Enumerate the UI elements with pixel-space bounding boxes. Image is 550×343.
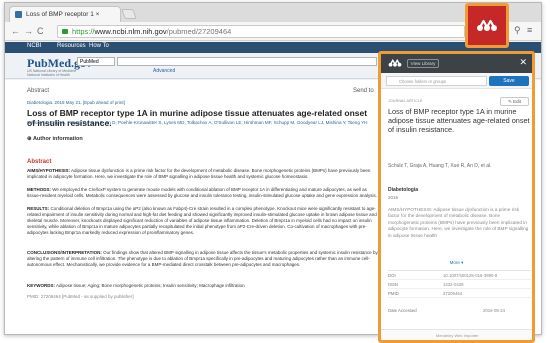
save-row: Choose folders or groups Save (381, 73, 532, 89)
methods-label: METHODS: (27, 187, 51, 192)
mendeley-extension-button[interactable] (465, 3, 509, 48)
pencil-icon: ✎ (508, 99, 512, 104)
document-authors: Schulz T, Graja A, Huang T, Xue R, An D,… (388, 163, 492, 169)
abstract-results: RESULTS: Conditional deletion of Bmpr1a … (27, 206, 379, 236)
document-type: JOURNAL ARTICLE (388, 99, 423, 103)
abstract-methods: METHODS: We employed the Cre/loxP system… (27, 187, 379, 199)
folder-group-placeholder: Choose folders or groups (399, 79, 447, 84)
author-information-label: Author information (32, 136, 83, 142)
keywords: KEYWORDS: Adipose tissue; Aging; Bone mo… (27, 283, 379, 289)
menu-icon[interactable]: ≡ (527, 25, 532, 35)
identifier-row: PMID 27209464 (388, 289, 531, 298)
edit-label: Edit (513, 99, 521, 104)
close-icon[interactable]: ✕ (519, 57, 527, 68)
abstract-aims: AIMS/HYPOTHESIS: Adipose tissue dysfunct… (27, 168, 379, 180)
panel-footer: Mendeley Web Importer (381, 329, 532, 340)
methods-text: We employed the Cre/loxP system to gener… (27, 187, 377, 198)
results-text: Conditional deletion of Bmpr1a using the… (27, 206, 377, 235)
tab-title: Loss of BMP receptor 1 × (26, 11, 100, 18)
mendeley-logo-icon (477, 19, 497, 31)
send-to-link[interactable]: Send to (353, 88, 374, 94)
screen: Loss of BMP receptor 1 × ← → C https://w… (0, 0, 550, 343)
tab-strip: Loss of BMP receptor 1 × (5, 3, 541, 22)
conclusions-label: CONCLUSIONS/INTERPRETATION: (27, 250, 102, 255)
address-bar[interactable]: https://www.ncbi.nlm.nih.gov/pubmed/2720… (57, 25, 465, 38)
article-authors[interactable]: Schulz TJ, Graja A, Huang TL, Xue R, An … (27, 120, 372, 127)
resources-menu[interactable]: Resources (57, 43, 86, 49)
browser-tab[interactable]: Loss of BMP receptor 1 × (9, 6, 121, 22)
browser-toolbar: ← → C https://www.ncbi.nlm.nih.gov/pubme… (5, 22, 541, 41)
keywords-label: KEYWORDS: (27, 283, 55, 288)
forward-arrow-icon[interactable]: → (24, 26, 33, 36)
journal-reference: Diabetologia. 2016 May 21. [Epub ahead o… (27, 100, 125, 105)
abstract-conclusions: CONCLUSIONS/INTERPRETATION: Our findings… (27, 250, 379, 268)
document-abstract: AIMS/HYPOTHESIS: Adipose tissue dysfunct… (388, 207, 529, 238)
document-title: Loss of BMP receptor type 1A in murine a… (388, 107, 530, 135)
lock-icon (62, 29, 68, 34)
abstract-fade (381, 242, 532, 258)
database-select[interactable]: PubMed (77, 57, 115, 66)
date-accessed-value: 2016-05-24 (483, 308, 505, 313)
identifier-value: 1432-0428 (443, 282, 464, 287)
aims-label: AIMS/HYPOTHESIS: (27, 168, 71, 173)
document-year: 2016 (388, 195, 399, 200)
aims-text: Adipose tissue dysfunction is a prime ri… (27, 168, 371, 179)
identifier-row: ISSN 1432-0428 (388, 280, 531, 289)
url-scheme: https:// (72, 27, 95, 36)
pmid-line: PMID: 27209464 [PubMed - as supplied by … (27, 294, 134, 299)
identifier-value: 27209464 (443, 291, 463, 296)
date-accessed-label: Date Accessed (388, 308, 417, 313)
save-button[interactable]: Save (489, 76, 529, 86)
identifiers-list: DOI 10.1007/s00125-016-3990-8 ISSN 1432-… (388, 270, 531, 298)
search-input[interactable] (117, 57, 377, 66)
format-select[interactable]: Abstract (27, 88, 49, 94)
pubmed-logo-subtitle: US National Library of Medicine National… (27, 69, 77, 77)
back-arrow-icon[interactable]: ← (11, 26, 20, 36)
keywords-text: Adipose tissue; Aging; Bone morphogeneti… (56, 283, 245, 288)
journal-link[interactable]: Diabetologia. 2016 May 21. [Epub ahead o… (27, 100, 125, 105)
url-host: www.ncbi.nlm.nih.gov (94, 27, 167, 36)
identifier-label: ISSN (388, 282, 399, 287)
abstract-heading: Abstract (27, 159, 52, 165)
results-label: RESULTS: (27, 206, 50, 211)
edit-button[interactable]: ✎ Edit (500, 97, 529, 106)
identifier-label: PMID (388, 291, 399, 296)
url-path: /pubmed/27209464 (166, 27, 232, 36)
more-link[interactable]: More ▾ (381, 260, 532, 266)
reload-icon[interactable]: C (37, 26, 44, 36)
panel-footer-text: Mendeley Web Importer (436, 333, 479, 338)
identifier-value: 10.1007/s00125-016-3990-8 (443, 273, 498, 278)
howto-menu[interactable]: How To (89, 43, 109, 49)
ncbi-favicon-icon (15, 11, 22, 18)
search-icon[interactable]: ⚲ (514, 25, 521, 36)
mendeley-importer-panel: View Library ✕ Choose folders or groups … (378, 51, 535, 343)
folder-group-select[interactable]: Choose folders or groups (386, 76, 487, 86)
identifier-label: DOI (388, 273, 396, 278)
identifier-row: DOI 10.1007/s00125-016-3990-8 (388, 271, 531, 280)
mendeley-logo-icon (388, 59, 402, 67)
panel-header: View Library ✕ (381, 54, 532, 73)
author-information-toggle[interactable]: ⊕ Author information (27, 136, 83, 142)
new-tab-button[interactable] (121, 9, 137, 19)
document-journal: Diabetologia (388, 187, 419, 193)
date-accessed-row: Date Accessed 2016-05-24 (388, 306, 531, 315)
advanced-search-link[interactable]: Advanced (153, 68, 175, 74)
view-library-button[interactable]: View Library (407, 59, 439, 68)
ncbi-logo[interactable]: NCBI (27, 43, 41, 49)
